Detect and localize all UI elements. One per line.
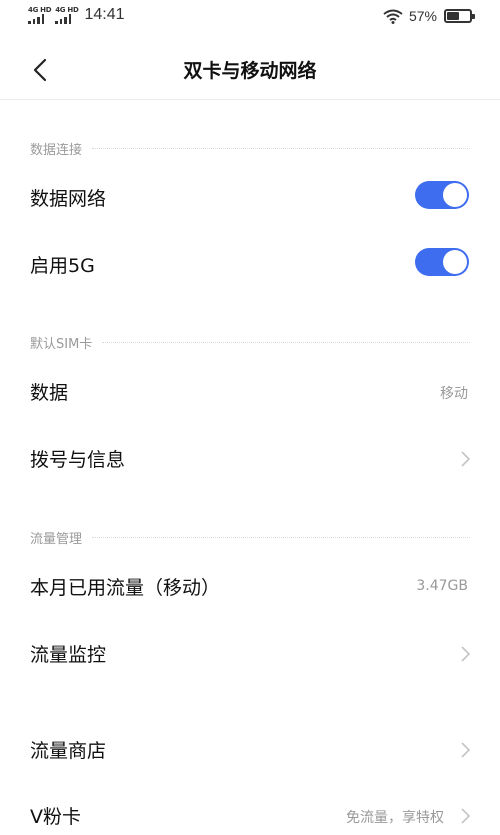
cellular-signal-icon: 4G HD xyxy=(55,6,79,24)
chevron-right-icon xyxy=(461,742,470,758)
row-label: 拨号与信息 xyxy=(30,449,126,471)
row-label: V粉卡 xyxy=(30,806,81,828)
row-label: 流量监控 xyxy=(30,644,107,666)
chevron-right-icon xyxy=(461,646,470,662)
section-header-traffic: 流量管理 xyxy=(30,527,470,547)
row-dial-sms[interactable]: 拨号与信息 xyxy=(0,431,500,485)
battery-percent: 57% xyxy=(408,8,437,24)
section-label: 流量管理 xyxy=(30,531,83,547)
signal-label: 4G HD xyxy=(28,6,52,14)
page-title: 双卡与移动网络 xyxy=(183,60,317,82)
row-label: 启用5G xyxy=(30,255,95,277)
clock: 14:41 xyxy=(84,6,125,23)
signal-label: 4G HD xyxy=(55,6,79,14)
row-data-network[interactable]: 数据网络 xyxy=(0,170,500,224)
section-label: 默认SIM卡 xyxy=(30,336,93,352)
row-enable-5g[interactable]: 启用5G xyxy=(0,237,500,291)
row-data-sim[interactable]: 数据 移动 xyxy=(0,364,500,418)
row-v-card[interactable]: V粉卡 免流量，享特权 xyxy=(0,788,500,835)
status-right: 57% xyxy=(383,8,475,24)
cellular-signal-icon: 4G HD xyxy=(28,6,52,24)
row-value: 移动 xyxy=(440,386,468,402)
row-label: 数据网络 xyxy=(30,188,107,210)
enable-5g-toggle[interactable] xyxy=(415,248,469,276)
row-label: 流量商店 xyxy=(30,740,107,762)
row-value: 免流量，享特权 xyxy=(346,810,444,826)
chevron-right-icon xyxy=(461,808,470,824)
data-network-toggle[interactable] xyxy=(415,181,469,209)
status-left: 4G HD 4G HD 14:41 xyxy=(28,6,125,24)
battery-icon xyxy=(444,9,475,23)
row-monthly-usage[interactable]: 本月已用流量（移动） 3.47GB xyxy=(0,559,500,613)
row-label: 本月已用流量（移动） xyxy=(30,577,221,599)
row-label: 数据 xyxy=(30,382,69,404)
section-label: 数据连接 xyxy=(30,142,83,158)
app-header: 双卡与移动网络 xyxy=(0,40,500,100)
section-header-default-sim: 默认SIM卡 xyxy=(30,332,470,352)
chevron-right-icon xyxy=(461,451,470,467)
row-traffic-monitor[interactable]: 流量监控 xyxy=(0,626,500,680)
row-traffic-store[interactable]: 流量商店 xyxy=(0,722,500,776)
status-bar: 4G HD 4G HD 14:41 57% xyxy=(0,0,500,34)
wifi-icon xyxy=(383,9,403,24)
section-header-data-connection: 数据连接 xyxy=(30,138,470,158)
row-value: 3.47GB xyxy=(416,578,468,594)
